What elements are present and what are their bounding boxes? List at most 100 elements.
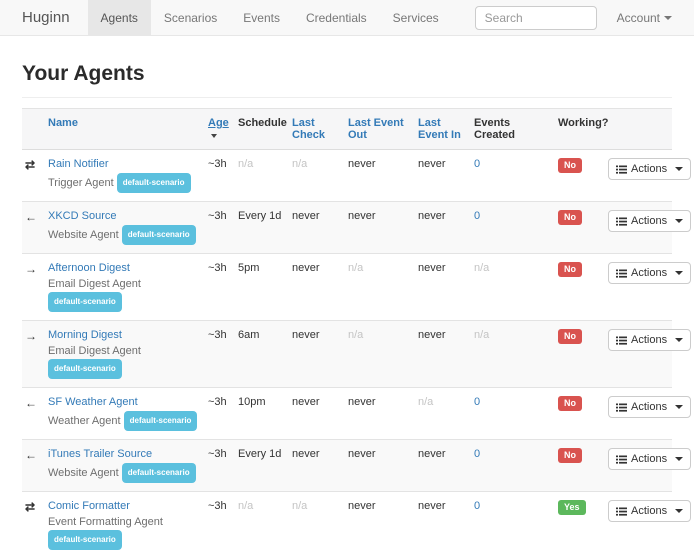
last-event-in-cell: never: [418, 254, 474, 321]
agent-name-link[interactable]: Morning Digest: [48, 329, 122, 341]
caret-down-icon: [675, 271, 683, 275]
agent-subtitle: Event Formatting Agent default-scenario: [48, 515, 202, 550]
events-created-link[interactable]: 0: [474, 158, 480, 170]
scenario-badge[interactable]: default-scenario: [48, 530, 122, 550]
actions-button-label: Actions: [631, 163, 667, 175]
scenario-badge[interactable]: default-scenario: [117, 173, 191, 193]
arrow-right-icon: →: [25, 262, 37, 276]
actions-cell: Actions: [608, 202, 672, 254]
col-header-label: Name: [48, 117, 78, 129]
working-cell: No: [558, 321, 608, 388]
age-cell: ~3h: [208, 150, 238, 202]
events-created-cell: n/a: [474, 254, 558, 321]
nav-item-agents[interactable]: Agents: [88, 0, 151, 35]
col-header-label: Age: [208, 117, 229, 129]
working-cell: No: [558, 254, 608, 321]
events-created-cell: n/a: [474, 321, 558, 388]
agent-name-link[interactable]: Rain Notifier: [48, 158, 109, 170]
col-header-working: Working?: [558, 109, 608, 150]
schedule-cell: 6am: [238, 321, 292, 388]
scenario-badge[interactable]: default-scenario: [48, 359, 122, 379]
schedule-cell: Every 1d: [238, 440, 292, 492]
col-header-age[interactable]: Age: [208, 109, 238, 150]
table-row: →Morning Digest Email Digest Agent defaul…: [22, 321, 672, 388]
agents-table-body: ⇄Rain NotifierTrigger Agent default-scen…: [22, 150, 672, 558]
list-icon: [616, 507, 627, 516]
search-input[interactable]: [475, 6, 597, 30]
nav-item-events[interactable]: Events: [230, 0, 293, 35]
events-created-cell: 0: [474, 440, 558, 492]
schedule-cell: 10pm: [238, 388, 292, 440]
agent-subtitle: Website Agent default-scenario: [48, 225, 202, 245]
name-cell: iTunes Trailer SourceWebsite Agent defau…: [48, 440, 208, 492]
page-title: Your Agents: [22, 62, 672, 86]
nav-item-scenarios[interactable]: Scenarios: [151, 0, 230, 35]
last-check-cell: never: [292, 321, 348, 388]
col-header-label: Last Check: [292, 117, 325, 141]
list-icon: [616, 336, 627, 345]
direction-cell: ←: [22, 388, 48, 440]
actions-button[interactable]: Actions: [608, 262, 691, 284]
col-header-last-event-out[interactable]: Last Event Out: [348, 109, 418, 150]
actions-button[interactable]: Actions: [608, 158, 691, 180]
nav-items: AgentsScenariosEventsCredentialsServices: [88, 0, 452, 35]
last-event-out-cell: never: [348, 388, 418, 440]
direction-cell: →: [22, 321, 48, 388]
scenario-badge[interactable]: default-scenario: [48, 292, 122, 312]
working-badge: No: [558, 396, 582, 411]
working-cell: No: [558, 440, 608, 492]
actions-button[interactable]: Actions: [608, 396, 691, 418]
working-badge: No: [558, 210, 582, 225]
col-header-name[interactable]: Name: [48, 109, 208, 150]
col-header-label: Last Event In: [418, 117, 461, 141]
agent-name-link[interactable]: iTunes Trailer Source: [48, 448, 152, 460]
list-icon: [616, 403, 627, 412]
col-header-label: Last Event Out: [348, 117, 404, 141]
events-created-link[interactable]: 0: [474, 448, 480, 460]
actions-cell: Actions: [608, 254, 672, 321]
nav-item-services[interactable]: Services: [380, 0, 452, 35]
actions-button[interactable]: Actions: [608, 500, 691, 522]
events-created-link[interactable]: 0: [474, 210, 480, 222]
direction-cell: ←: [22, 202, 48, 254]
events-created-link[interactable]: 0: [474, 396, 480, 408]
caret-down-icon: [664, 16, 672, 20]
agent-name-link[interactable]: Afternoon Digest: [48, 262, 130, 274]
schedule-cell: 5pm: [238, 254, 292, 321]
age-cell: ~3h: [208, 202, 238, 254]
actions-button[interactable]: Actions: [608, 210, 691, 232]
agent-type: Email Digest Agent: [48, 345, 141, 357]
scenario-badge[interactable]: default-scenario: [122, 463, 196, 483]
arrow-left-icon: ←: [25, 210, 37, 224]
agent-name-link[interactable]: XKCD Source: [48, 210, 116, 222]
last-event-in-cell: n/a: [418, 388, 474, 440]
working-badge: No: [558, 158, 582, 173]
table-row: ⇄Rain NotifierTrigger Agent default-scen…: [22, 150, 672, 202]
nav-item-credentials[interactable]: Credentials: [293, 0, 380, 35]
agent-name-link[interactable]: SF Weather Agent: [48, 396, 138, 408]
agents-table: Name Age ScheduleLast Check Last Event Out L…: [22, 108, 672, 558]
scenario-badge[interactable]: default-scenario: [124, 411, 198, 431]
last-event-out-cell: n/a: [348, 321, 418, 388]
schedule-cell: Every 1d: [238, 202, 292, 254]
exchange-arrows-icon: ⇄: [25, 500, 35, 514]
scenario-badge[interactable]: default-scenario: [122, 225, 196, 245]
sort-desc-caret-icon: [211, 134, 217, 138]
last-check-cell: never: [292, 202, 348, 254]
actions-cell: Actions: [608, 440, 672, 492]
col-header-last-event-in[interactable]: Last Event In: [418, 109, 474, 150]
account-dropdown[interactable]: Account: [617, 11, 672, 25]
brand-link[interactable]: Huginn: [22, 9, 70, 26]
col-header-schedule: Schedule: [238, 109, 292, 150]
events-created-value: n/a: [474, 329, 489, 341]
col-header-last-check[interactable]: Last Check: [292, 109, 348, 150]
arrow-left-icon: ←: [25, 448, 37, 462]
actions-button[interactable]: Actions: [608, 329, 691, 351]
actions-button[interactable]: Actions: [608, 448, 691, 470]
age-cell: ~3h: [208, 440, 238, 492]
actions-button-label: Actions: [631, 505, 667, 517]
actions-button-label: Actions: [631, 334, 667, 346]
working-cell: Yes: [558, 492, 608, 558]
last-check-cell: never: [292, 254, 348, 321]
events-created-cell: 0: [474, 150, 558, 202]
